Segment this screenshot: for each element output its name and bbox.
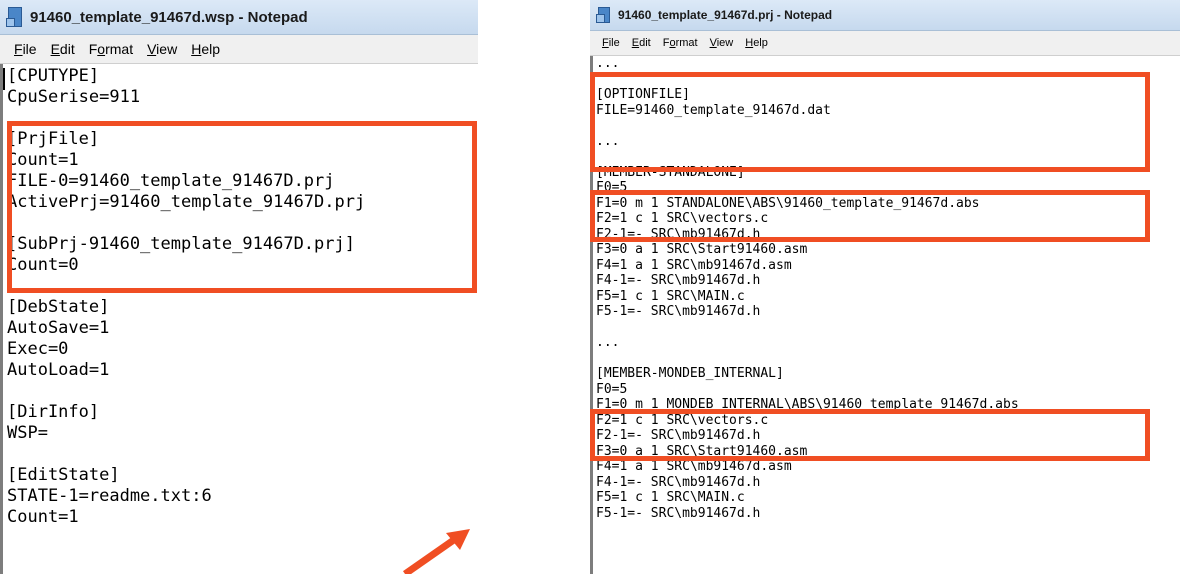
menu-format[interactable]: Format [663,37,698,49]
menu-view[interactable]: View [710,37,734,49]
menu-file[interactable]: File [602,37,620,49]
notepad-icon [6,7,22,27]
menu-edit[interactable]: Edit [51,41,75,57]
menu-view[interactable]: View [147,41,177,57]
text-cursor [3,68,5,90]
window-title: 91460_template_91467d.prj - Notepad [618,8,833,22]
highlight-box-mondeb-members [590,409,1150,461]
menu-file[interactable]: File [14,41,37,57]
menu-edit[interactable]: Edit [632,37,651,49]
highlight-box-prjfile [7,121,477,293]
highlight-box-optionfile [590,72,1150,172]
menu-format[interactable]: Format [89,41,133,57]
window-title: 91460_template_91467d.wsp - Notepad [30,8,308,26]
menu-bar: File Edit Format View Help [590,31,1180,56]
highlight-box-standalone-members [590,190,1150,242]
notepad-icon [596,7,610,23]
menu-help[interactable]: Help [191,41,220,57]
title-bar[interactable]: 91460_template_91467d.wsp - Notepad [0,0,478,35]
menu-bar: File Edit Format View Help [0,35,478,64]
menu-help[interactable]: Help [745,37,768,49]
title-bar[interactable]: 91460_template_91467d.prj - Notepad [590,0,1180,31]
